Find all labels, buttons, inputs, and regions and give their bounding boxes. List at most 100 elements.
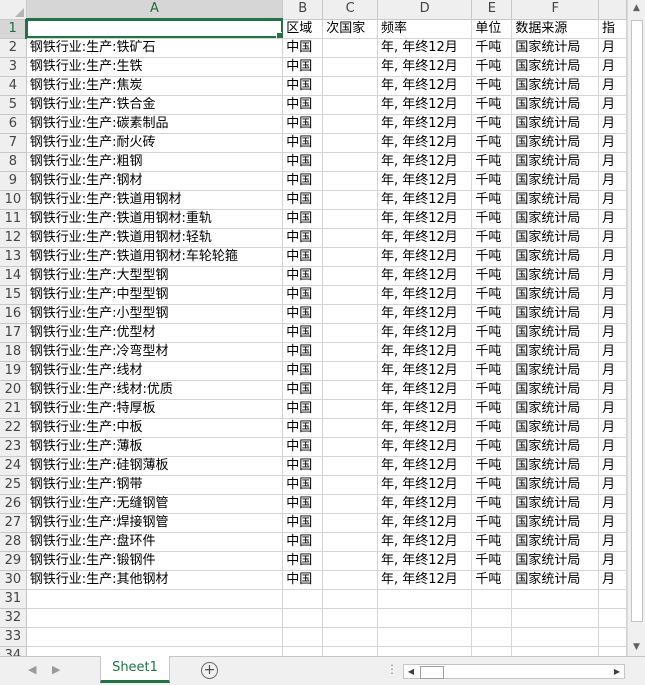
cell-e32[interactable] [471, 608, 513, 628]
cell-b7[interactable]: 中国 [282, 133, 324, 153]
horizontal-scroll-thumb[interactable] [420, 666, 444, 679]
cell-b21[interactable]: 中国 [282, 399, 324, 419]
row-header[interactable]: 34 [0, 646, 27, 656]
row-header[interactable]: 8 [0, 152, 27, 172]
cell-d21[interactable]: 年, 年终12月 [377, 399, 473, 419]
cell-b3[interactable]: 中国 [282, 57, 324, 77]
cell-d22[interactable]: 年, 年终12月 [377, 418, 473, 438]
cell-e1[interactable]: 单位 [471, 19, 513, 39]
cell-b2[interactable]: 中国 [282, 38, 324, 58]
cell-c13[interactable] [322, 247, 378, 267]
cell-a15[interactable]: 钢铁行业:生产:中型型钢 [26, 285, 284, 305]
cell-a33[interactable] [26, 627, 284, 647]
cell-d12[interactable]: 年, 年终12月 [377, 228, 473, 248]
cell-c10[interactable] [322, 190, 378, 210]
cell-b32[interactable] [282, 608, 324, 628]
cell-g19[interactable]: 月 [598, 361, 627, 381]
cell-f7[interactable]: 国家统计局 [511, 133, 600, 153]
cell-b33[interactable] [282, 627, 324, 647]
row-header[interactable]: 18 [0, 342, 27, 362]
cell-a27[interactable]: 钢铁行业:生产:焊接钢管 [26, 513, 284, 533]
cell-c23[interactable] [322, 437, 378, 457]
cell-e17[interactable]: 千吨 [471, 323, 513, 343]
cell-c9[interactable] [322, 171, 378, 191]
row-header[interactable]: 17 [0, 323, 27, 343]
cell-d1[interactable]: 频率 [377, 19, 473, 39]
cell-a16[interactable]: 钢铁行业:生产:小型型钢 [26, 304, 284, 324]
cell-a28[interactable]: 钢铁行业:生产:盘环件 [26, 532, 284, 552]
cell-a11[interactable]: 钢铁行业:生产:铁道用钢材:重轨 [26, 209, 284, 229]
row-header[interactable]: 20 [0, 380, 27, 400]
cell-b16[interactable]: 中国 [282, 304, 324, 324]
cell-f1[interactable]: 数据来源 [511, 19, 600, 39]
cell-a9[interactable]: 钢铁行业:生产:钢材 [26, 171, 284, 191]
cell-g29[interactable]: 月 [598, 551, 627, 571]
cell-e11[interactable]: 千吨 [471, 209, 513, 229]
cell-e4[interactable]: 千吨 [471, 76, 513, 96]
vertical-scrollbar[interactable]: ▲ ▼ [627, 0, 645, 656]
scroll-left-icon[interactable]: ◀ [404, 665, 418, 678]
cell-b30[interactable]: 中国 [282, 570, 324, 590]
cell-f19[interactable]: 国家统计局 [511, 361, 600, 381]
cell-e24[interactable]: 千吨 [471, 456, 513, 476]
horizontal-scrollbar[interactable]: ◀ ▶ [403, 664, 625, 679]
spreadsheet-grid[interactable]: ABCDEF 1 区域 次国家 频率 单位 数据来源指 2 钢铁行业:生产:铁矿石 中国 年, 年… [0, 0, 627, 656]
column-header-d[interactable]: D [377, 0, 473, 20]
cell-d17[interactable]: 年, 年终12月 [377, 323, 473, 343]
cell-e22[interactable]: 千吨 [471, 418, 513, 438]
row-header[interactable]: 29 [0, 551, 27, 571]
cell-c20[interactable] [322, 380, 378, 400]
cell-c4[interactable] [322, 76, 378, 96]
row-header[interactable]: 4 [0, 76, 27, 96]
scroll-right-icon[interactable]: ▶ [610, 665, 624, 678]
cell-e16[interactable]: 千吨 [471, 304, 513, 324]
cell-g28[interactable]: 月 [598, 532, 627, 552]
row-header[interactable]: 2 [0, 38, 27, 58]
cell-a21[interactable]: 钢铁行业:生产:特厚板 [26, 399, 284, 419]
cell-c34[interactable] [322, 646, 378, 656]
cell-e30[interactable]: 千吨 [471, 570, 513, 590]
cell-a3[interactable]: 钢铁行业:生产:生铁 [26, 57, 284, 77]
cell-d8[interactable]: 年, 年终12月 [377, 152, 473, 172]
cell-g20[interactable]: 月 [598, 380, 627, 400]
cell-a14[interactable]: 钢铁行业:生产:大型型钢 [26, 266, 284, 286]
cell-b9[interactable]: 中国 [282, 171, 324, 191]
cell-a19[interactable]: 钢铁行业:生产:线材 [26, 361, 284, 381]
cell-b24[interactable]: 中国 [282, 456, 324, 476]
cell-e3[interactable]: 千吨 [471, 57, 513, 77]
column-header-b[interactable]: B [282, 0, 324, 20]
cell-d32[interactable] [377, 608, 473, 628]
cell-b20[interactable]: 中国 [282, 380, 324, 400]
cell-f34[interactable] [511, 646, 600, 656]
cell-a10[interactable]: 钢铁行业:生产:铁道用钢材 [26, 190, 284, 210]
cell-a2[interactable]: 钢铁行业:生产:铁矿石 [26, 38, 284, 58]
cell-g27[interactable]: 月 [598, 513, 627, 533]
row-header[interactable]: 12 [0, 228, 27, 248]
chevron-right-icon[interactable]: ▶ [52, 663, 60, 676]
cell-a17[interactable]: 钢铁行业:生产:优型材 [26, 323, 284, 343]
cell-e14[interactable]: 千吨 [471, 266, 513, 286]
cell-d13[interactable]: 年, 年终12月 [377, 247, 473, 267]
cell-c28[interactable] [322, 532, 378, 552]
cell-d6[interactable]: 年, 年终12月 [377, 114, 473, 134]
cell-d27[interactable]: 年, 年终12月 [377, 513, 473, 533]
cell-a1[interactable] [26, 19, 284, 39]
cell-f23[interactable]: 国家统计局 [511, 437, 600, 457]
cell-c15[interactable] [322, 285, 378, 305]
cell-f2[interactable]: 国家统计局 [511, 38, 600, 58]
cell-e13[interactable]: 千吨 [471, 247, 513, 267]
cell-b4[interactable]: 中国 [282, 76, 324, 96]
cell-d4[interactable]: 年, 年终12月 [377, 76, 473, 96]
row-header[interactable]: 9 [0, 171, 27, 191]
column-header-g[interactable] [598, 0, 627, 20]
row-header[interactable]: 27 [0, 513, 27, 533]
cell-a30[interactable]: 钢铁行业:生产:其他钢材 [26, 570, 284, 590]
cell-a23[interactable]: 钢铁行业:生产:薄板 [26, 437, 284, 457]
row-header[interactable]: 7 [0, 133, 27, 153]
cell-a6[interactable]: 钢铁行业:生产:碳素制品 [26, 114, 284, 134]
cell-g5[interactable]: 月 [598, 95, 627, 115]
cell-c2[interactable] [322, 38, 378, 58]
cell-a13[interactable]: 钢铁行业:生产:铁道用钢材:车轮轮箍 [26, 247, 284, 267]
cell-b34[interactable] [282, 646, 324, 656]
cell-g31[interactable] [598, 589, 627, 609]
